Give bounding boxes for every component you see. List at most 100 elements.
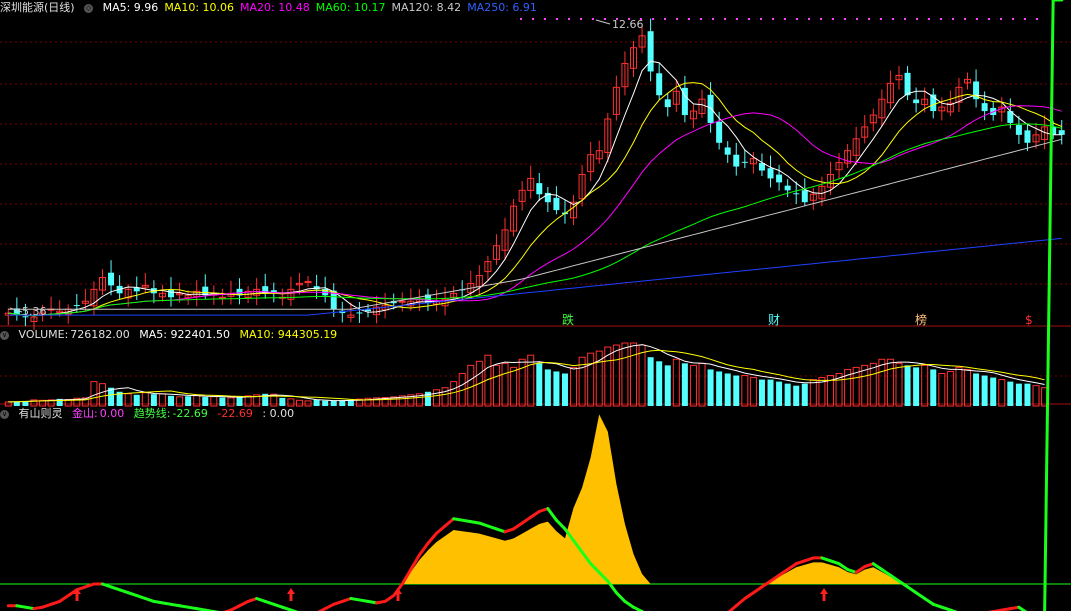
volume-bar xyxy=(527,354,535,407)
trend-line-segment xyxy=(1043,0,1055,611)
candle-body xyxy=(398,300,406,303)
volume-bar xyxy=(801,383,808,406)
volume-bar xyxy=(98,383,106,407)
volume-bar xyxy=(664,365,671,406)
candle-body xyxy=(741,161,748,163)
trend-line-segment xyxy=(443,517,456,528)
trend-line-segment xyxy=(743,591,755,600)
signal-dot xyxy=(832,18,834,20)
volume-bar xyxy=(809,379,817,407)
signal-dot xyxy=(556,18,558,20)
signal-dot xyxy=(652,18,654,20)
candle-body xyxy=(904,72,911,96)
volume-bar xyxy=(681,363,688,406)
volume-bar xyxy=(981,375,988,406)
volume-bar xyxy=(185,396,192,406)
trend-line-segment xyxy=(554,518,567,531)
candle-body xyxy=(913,99,920,104)
ma60-line xyxy=(8,123,1062,317)
volume-bar xyxy=(236,396,243,406)
candle-body xyxy=(801,190,808,203)
volume-bar xyxy=(90,381,98,407)
volume-bar xyxy=(287,398,295,407)
volume-bar xyxy=(869,362,877,407)
volume-bar xyxy=(946,370,954,407)
signal-dot xyxy=(928,18,930,20)
volume-bar xyxy=(741,375,749,407)
signal-dot xyxy=(760,18,762,20)
volume-bar xyxy=(895,362,903,407)
volume-bar xyxy=(1015,383,1022,406)
volume-bar xyxy=(733,375,740,406)
candle-body xyxy=(1058,130,1065,135)
trend-line-segment xyxy=(520,515,533,525)
signal-dot xyxy=(544,18,546,20)
volume-bar xyxy=(990,377,997,406)
trend-line-segment xyxy=(529,510,541,519)
signal-dot xyxy=(700,18,702,20)
volume-bar xyxy=(955,366,963,407)
volume-bar xyxy=(758,379,765,406)
signal-dot xyxy=(784,18,786,20)
candle-body xyxy=(664,99,671,108)
candle-body xyxy=(981,103,988,112)
low-price-label: 5.36 xyxy=(22,305,47,318)
volume-bar xyxy=(168,395,175,406)
volume-bar xyxy=(921,364,929,407)
volume-bar xyxy=(973,373,980,406)
signal-dot xyxy=(988,18,990,20)
volume-bar xyxy=(210,396,218,407)
trend-line-segment xyxy=(906,585,918,595)
volume-bar xyxy=(133,394,140,406)
volume-bar xyxy=(219,397,226,406)
signal-dot xyxy=(976,18,978,20)
volume-bar xyxy=(544,369,551,406)
trend-line-segment xyxy=(623,599,635,609)
signal-dot xyxy=(712,18,714,20)
stock-chart[interactable]: 12.66 5.36 跌 财 榜 $ xyxy=(0,0,1071,611)
candle-body xyxy=(647,31,654,72)
volume-bar xyxy=(878,358,886,407)
volume-bar xyxy=(776,381,783,406)
volume-bar xyxy=(450,381,458,407)
volume-bar xyxy=(561,373,568,406)
volume-bar xyxy=(339,400,346,406)
volume-bar xyxy=(689,364,697,407)
trend-line-segment xyxy=(734,597,747,608)
signal-dot xyxy=(880,18,882,20)
signal-dot xyxy=(604,18,606,20)
volume-bar xyxy=(536,363,543,406)
signal-dot xyxy=(1036,18,1038,20)
signal-dot xyxy=(892,18,894,20)
signal-dot xyxy=(904,18,906,20)
volume-bar xyxy=(467,364,475,407)
trend-line-segment xyxy=(546,507,558,522)
volume-bar xyxy=(707,369,714,406)
candle-body xyxy=(724,147,731,155)
volume-bar xyxy=(629,342,637,407)
high-pointer xyxy=(595,19,611,25)
trend-line-segment xyxy=(1017,605,1028,611)
volume-bar xyxy=(295,399,303,407)
volume-bar xyxy=(861,364,869,407)
signal-dot xyxy=(868,18,870,20)
candle-body xyxy=(553,197,560,211)
volume-bar xyxy=(1032,385,1040,407)
volume-bar xyxy=(313,399,320,406)
volume-bar xyxy=(938,372,946,407)
trend-line-segment xyxy=(923,597,935,606)
candle-body xyxy=(784,185,791,191)
candle-body xyxy=(73,305,80,307)
signal-dot xyxy=(772,18,774,20)
candle-body xyxy=(1024,130,1031,143)
volume-bar xyxy=(793,385,800,406)
volume-bar xyxy=(227,397,235,407)
signal-dot xyxy=(568,18,570,20)
volume-bar xyxy=(1007,381,1014,406)
trend-line-segment xyxy=(614,591,627,603)
event-marker: $ xyxy=(1025,313,1033,327)
signal-dot xyxy=(580,18,582,20)
signal-dot xyxy=(724,18,726,20)
volume-bar xyxy=(202,397,209,406)
signal-dot xyxy=(916,18,918,20)
